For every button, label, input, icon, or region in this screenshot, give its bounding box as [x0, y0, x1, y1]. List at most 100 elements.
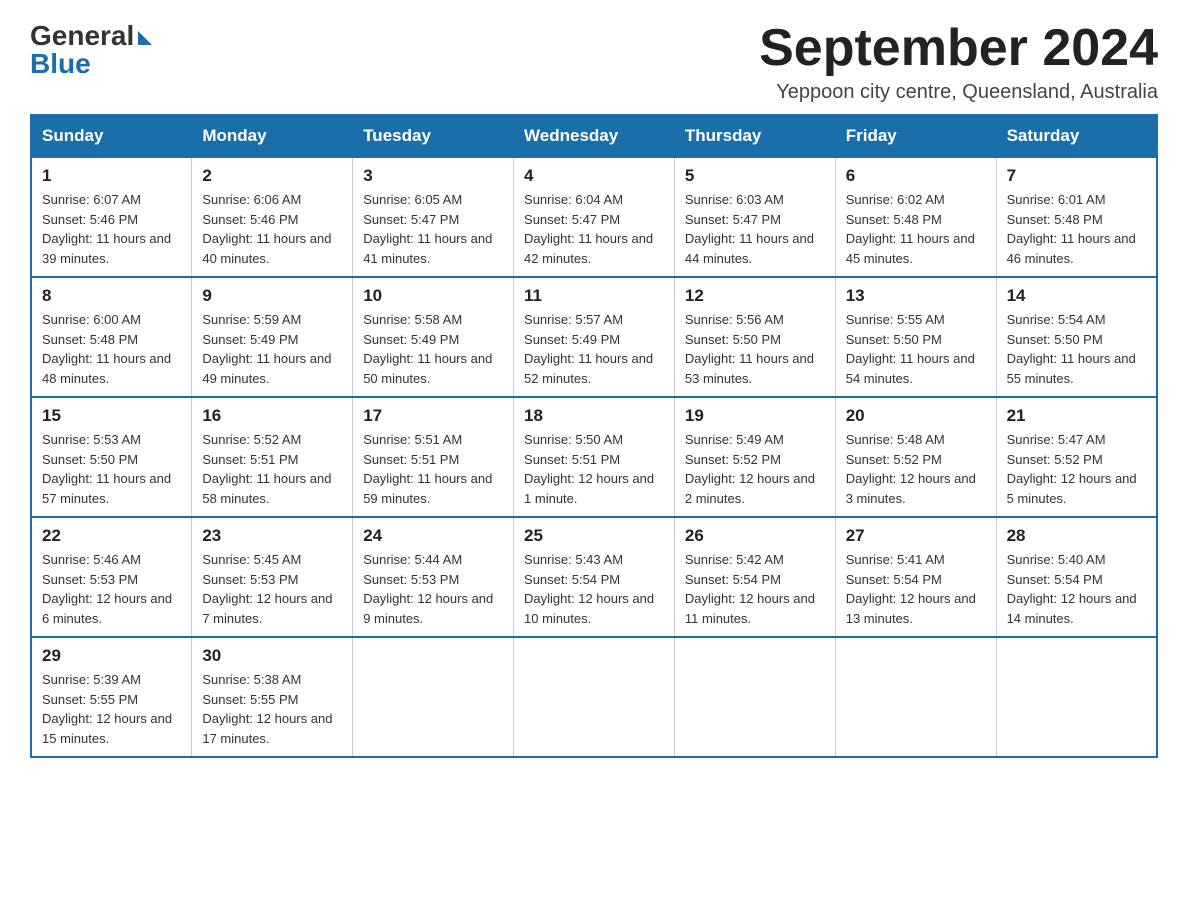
calendar-cell [996, 637, 1157, 757]
day-number: 22 [42, 526, 181, 546]
calendar-cell: 21 Sunrise: 5:47 AM Sunset: 5:52 PM Dayl… [996, 397, 1157, 517]
calendar-cell: 16 Sunrise: 5:52 AM Sunset: 5:51 PM Dayl… [192, 397, 353, 517]
day-info: Sunrise: 6:06 AM Sunset: 5:46 PM Dayligh… [202, 190, 342, 268]
day-info: Sunrise: 5:51 AM Sunset: 5:51 PM Dayligh… [363, 430, 503, 508]
weekday-header-friday: Friday [835, 115, 996, 157]
calendar-cell: 30 Sunrise: 5:38 AM Sunset: 5:55 PM Dayl… [192, 637, 353, 757]
day-info: Sunrise: 6:04 AM Sunset: 5:47 PM Dayligh… [524, 190, 664, 268]
page-header: General Blue September 2024 Yeppoon city… [30, 20, 1158, 104]
calendar-cell: 23 Sunrise: 5:45 AM Sunset: 5:53 PM Dayl… [192, 517, 353, 637]
calendar-cell: 29 Sunrise: 5:39 AM Sunset: 5:55 PM Dayl… [31, 637, 192, 757]
location-text: Yeppoon city centre, Queensland, Austral… [759, 81, 1158, 104]
calendar-cell [353, 637, 514, 757]
day-info: Sunrise: 5:59 AM Sunset: 5:49 PM Dayligh… [202, 310, 342, 388]
day-number: 2 [202, 166, 342, 186]
calendar-cell: 13 Sunrise: 5:55 AM Sunset: 5:50 PM Dayl… [835, 277, 996, 397]
day-info: Sunrise: 6:00 AM Sunset: 5:48 PM Dayligh… [42, 310, 181, 388]
weekday-header-sunday: Sunday [31, 115, 192, 157]
calendar-cell: 28 Sunrise: 5:40 AM Sunset: 5:54 PM Dayl… [996, 517, 1157, 637]
calendar-cell [674, 637, 835, 757]
day-number: 14 [1007, 286, 1146, 306]
day-number: 10 [363, 286, 503, 306]
day-number: 8 [42, 286, 181, 306]
day-number: 12 [685, 286, 825, 306]
calendar-cell: 25 Sunrise: 5:43 AM Sunset: 5:54 PM Dayl… [514, 517, 675, 637]
day-number: 17 [363, 406, 503, 426]
calendar-cell: 8 Sunrise: 6:00 AM Sunset: 5:48 PM Dayli… [31, 277, 192, 397]
calendar-cell: 12 Sunrise: 5:56 AM Sunset: 5:50 PM Dayl… [674, 277, 835, 397]
day-info: Sunrise: 5:38 AM Sunset: 5:55 PM Dayligh… [202, 670, 342, 748]
day-number: 26 [685, 526, 825, 546]
calendar-cell: 17 Sunrise: 5:51 AM Sunset: 5:51 PM Dayl… [353, 397, 514, 517]
day-info: Sunrise: 6:05 AM Sunset: 5:47 PM Dayligh… [363, 190, 503, 268]
day-number: 11 [524, 286, 664, 306]
weekday-header-saturday: Saturday [996, 115, 1157, 157]
calendar-cell: 1 Sunrise: 6:07 AM Sunset: 5:46 PM Dayli… [31, 157, 192, 277]
calendar-cell: 3 Sunrise: 6:05 AM Sunset: 5:47 PM Dayli… [353, 157, 514, 277]
weekday-header-tuesday: Tuesday [353, 115, 514, 157]
calendar-cell: 22 Sunrise: 5:46 AM Sunset: 5:53 PM Dayl… [31, 517, 192, 637]
weekday-header-wednesday: Wednesday [514, 115, 675, 157]
day-number: 13 [846, 286, 986, 306]
day-info: Sunrise: 6:03 AM Sunset: 5:47 PM Dayligh… [685, 190, 825, 268]
calendar-cell [835, 637, 996, 757]
calendar-cell: 14 Sunrise: 5:54 AM Sunset: 5:50 PM Dayl… [996, 277, 1157, 397]
day-info: Sunrise: 5:46 AM Sunset: 5:53 PM Dayligh… [42, 550, 181, 628]
day-number: 16 [202, 406, 342, 426]
day-info: Sunrise: 5:44 AM Sunset: 5:53 PM Dayligh… [363, 550, 503, 628]
day-info: Sunrise: 5:56 AM Sunset: 5:50 PM Dayligh… [685, 310, 825, 388]
calendar-cell: 10 Sunrise: 5:58 AM Sunset: 5:49 PM Dayl… [353, 277, 514, 397]
day-number: 19 [685, 406, 825, 426]
day-info: Sunrise: 6:07 AM Sunset: 5:46 PM Dayligh… [42, 190, 181, 268]
calendar-week-row: 22 Sunrise: 5:46 AM Sunset: 5:53 PM Dayl… [31, 517, 1157, 637]
day-number: 9 [202, 286, 342, 306]
calendar-cell [514, 637, 675, 757]
calendar-cell: 9 Sunrise: 5:59 AM Sunset: 5:49 PM Dayli… [192, 277, 353, 397]
day-number: 24 [363, 526, 503, 546]
day-info: Sunrise: 5:58 AM Sunset: 5:49 PM Dayligh… [363, 310, 503, 388]
logo-arrow-icon [138, 31, 152, 45]
day-number: 4 [524, 166, 664, 186]
calendar-week-row: 8 Sunrise: 6:00 AM Sunset: 5:48 PM Dayli… [31, 277, 1157, 397]
calendar-cell: 15 Sunrise: 5:53 AM Sunset: 5:50 PM Dayl… [31, 397, 192, 517]
day-info: Sunrise: 5:48 AM Sunset: 5:52 PM Dayligh… [846, 430, 986, 508]
day-number: 27 [846, 526, 986, 546]
day-number: 21 [1007, 406, 1146, 426]
calendar-cell: 7 Sunrise: 6:01 AM Sunset: 5:48 PM Dayli… [996, 157, 1157, 277]
day-info: Sunrise: 5:41 AM Sunset: 5:54 PM Dayligh… [846, 550, 986, 628]
day-info: Sunrise: 5:54 AM Sunset: 5:50 PM Dayligh… [1007, 310, 1146, 388]
calendar-cell: 4 Sunrise: 6:04 AM Sunset: 5:47 PM Dayli… [514, 157, 675, 277]
calendar-cell: 6 Sunrise: 6:02 AM Sunset: 5:48 PM Dayli… [835, 157, 996, 277]
day-number: 5 [685, 166, 825, 186]
day-number: 18 [524, 406, 664, 426]
day-number: 23 [202, 526, 342, 546]
weekday-header-row: SundayMondayTuesdayWednesdayThursdayFrid… [31, 115, 1157, 157]
weekday-header-monday: Monday [192, 115, 353, 157]
day-info: Sunrise: 6:02 AM Sunset: 5:48 PM Dayligh… [846, 190, 986, 268]
day-number: 20 [846, 406, 986, 426]
calendar-cell: 2 Sunrise: 6:06 AM Sunset: 5:46 PM Dayli… [192, 157, 353, 277]
day-info: Sunrise: 5:57 AM Sunset: 5:49 PM Dayligh… [524, 310, 664, 388]
day-info: Sunrise: 5:40 AM Sunset: 5:54 PM Dayligh… [1007, 550, 1146, 628]
calendar-week-row: 1 Sunrise: 6:07 AM Sunset: 5:46 PM Dayli… [31, 157, 1157, 277]
day-info: Sunrise: 5:43 AM Sunset: 5:54 PM Dayligh… [524, 550, 664, 628]
day-info: Sunrise: 5:50 AM Sunset: 5:51 PM Dayligh… [524, 430, 664, 508]
calendar-week-row: 29 Sunrise: 5:39 AM Sunset: 5:55 PM Dayl… [31, 637, 1157, 757]
day-info: Sunrise: 6:01 AM Sunset: 5:48 PM Dayligh… [1007, 190, 1146, 268]
day-info: Sunrise: 5:49 AM Sunset: 5:52 PM Dayligh… [685, 430, 825, 508]
day-info: Sunrise: 5:42 AM Sunset: 5:54 PM Dayligh… [685, 550, 825, 628]
day-info: Sunrise: 5:55 AM Sunset: 5:50 PM Dayligh… [846, 310, 986, 388]
calendar-cell: 18 Sunrise: 5:50 AM Sunset: 5:51 PM Dayl… [514, 397, 675, 517]
calendar-cell: 26 Sunrise: 5:42 AM Sunset: 5:54 PM Dayl… [674, 517, 835, 637]
calendar-cell: 20 Sunrise: 5:48 AM Sunset: 5:52 PM Dayl… [835, 397, 996, 517]
day-info: Sunrise: 5:45 AM Sunset: 5:53 PM Dayligh… [202, 550, 342, 628]
day-number: 25 [524, 526, 664, 546]
calendar-cell: 24 Sunrise: 5:44 AM Sunset: 5:53 PM Dayl… [353, 517, 514, 637]
month-title: September 2024 [759, 20, 1158, 77]
day-number: 3 [363, 166, 503, 186]
calendar-table: SundayMondayTuesdayWednesdayThursdayFrid… [30, 114, 1158, 758]
day-number: 28 [1007, 526, 1146, 546]
day-info: Sunrise: 5:39 AM Sunset: 5:55 PM Dayligh… [42, 670, 181, 748]
day-info: Sunrise: 5:53 AM Sunset: 5:50 PM Dayligh… [42, 430, 181, 508]
day-number: 30 [202, 646, 342, 666]
